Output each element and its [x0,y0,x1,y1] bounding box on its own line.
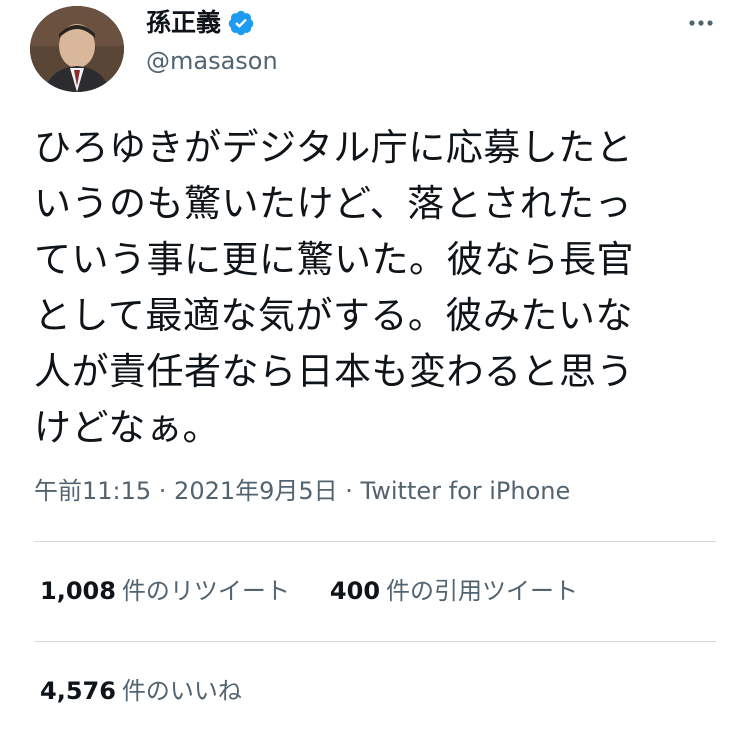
divider [34,541,716,542]
avatar[interactable] [30,6,124,92]
divider [34,641,716,642]
likes-count: 4,576 [40,677,116,705]
retweets-label: 件のリツイート [121,577,290,605]
avatar-image [30,6,124,92]
tweet-text: ひろゆきがデジタル庁に応募したと いうのも驚いたけど、落とされたっ ていう事に更… [34,126,634,449]
user-handle[interactable]: @masason [146,46,278,76]
retweets-count: 1,008 [40,577,116,605]
likes-stats-row: 4,576 件のいいね [40,676,242,706]
user-name-row[interactable]: 孫正義 [146,8,255,38]
retweets-stat[interactable]: 1,008 件のリツイート [40,576,290,606]
quotes-stat[interactable]: 400 件の引用ツイート [330,576,578,606]
display-name[interactable]: 孫正義 [146,8,221,38]
tweet-timestamp[interactable]: 午前11:15 · 2021年9月5日 · Twitter for iPhone [34,476,570,506]
engagement-stats-row: 1,008 件のリツイート 400 件の引用ツイート [40,576,578,606]
likes-label: 件のいいね [121,677,242,705]
more-horizontal-icon[interactable] [686,8,716,38]
verified-badge-icon [228,10,254,36]
likes-stat[interactable]: 4,576 件のいいね [40,676,242,706]
quotes-count: 400 [329,577,381,605]
quotes-label: 件の引用ツイート [386,577,579,605]
